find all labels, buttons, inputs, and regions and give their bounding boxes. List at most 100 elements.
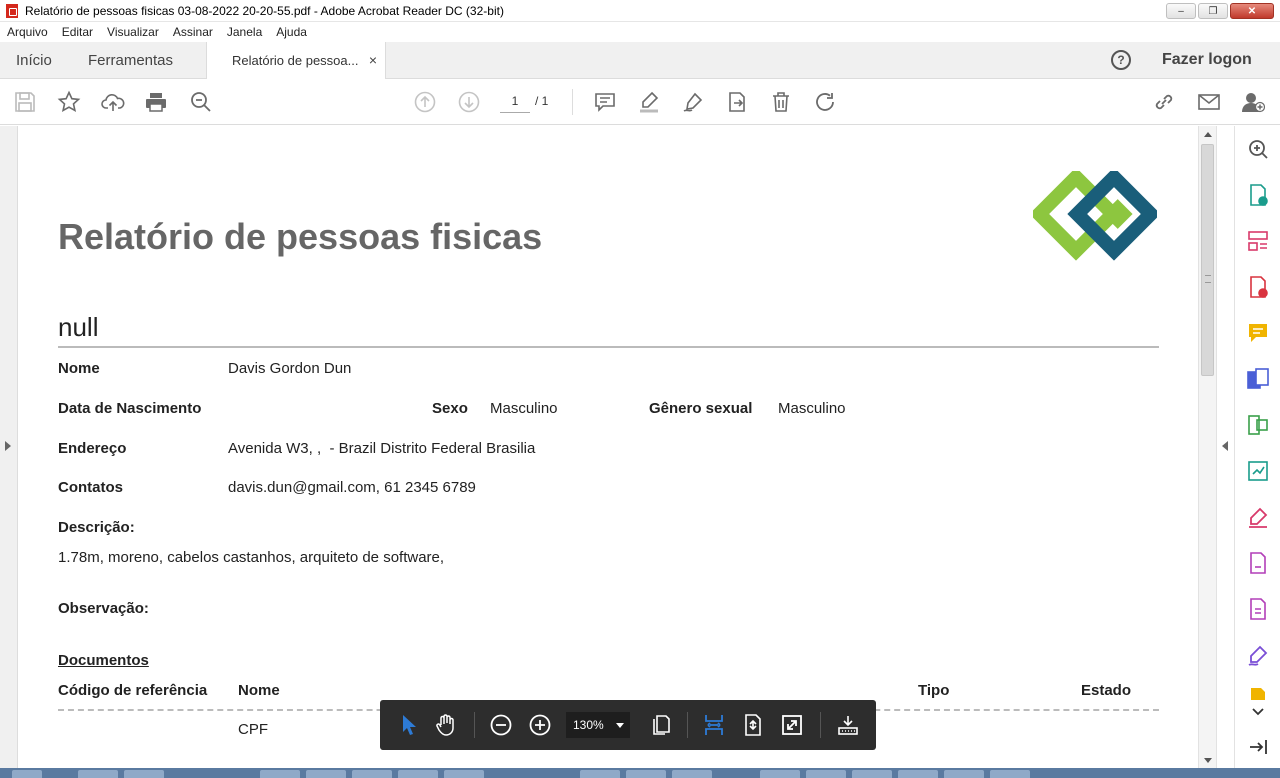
- collapse-pane-icon[interactable]: [1246, 735, 1270, 759]
- edit-pdf-icon[interactable]: [1246, 551, 1270, 575]
- scrollbar-thumb[interactable]: [1201, 144, 1214, 376]
- zoom-out-icon[interactable]: [489, 713, 513, 737]
- taskbar-item[interactable]: [990, 770, 1030, 778]
- zoom-in-icon[interactable]: [528, 713, 552, 737]
- comment-tool-icon[interactable]: [1246, 321, 1270, 345]
- page-number-input[interactable]: 1: [500, 91, 530, 113]
- more-tools-icon[interactable]: [1246, 686, 1270, 700]
- taskbar-item[interactable]: [580, 770, 620, 778]
- link-icon[interactable]: [1152, 90, 1176, 114]
- taskbar-item[interactable]: [260, 770, 300, 778]
- pdf-page: Relatório de pessoas fisicas null Nome D…: [18, 126, 1198, 778]
- menu-ajuda[interactable]: Ajuda: [276, 25, 307, 39]
- highlight-icon[interactable]: [637, 90, 661, 114]
- tab-document[interactable]: Relatório de pessoa... ×: [206, 42, 386, 79]
- fit-width-icon[interactable]: [702, 713, 726, 737]
- tab-bar: Início Ferramentas Relatório de pessoa..…: [0, 42, 1280, 79]
- vertical-scrollbar[interactable]: [1198, 126, 1216, 778]
- scroll-down-icon[interactable]: [1204, 758, 1212, 763]
- menu-janela[interactable]: Janela: [227, 25, 262, 39]
- taskbar-item[interactable]: [852, 770, 892, 778]
- genero-label: Gênero sexual: [649, 400, 753, 417]
- taskbar-item[interactable]: [806, 770, 846, 778]
- compress-icon[interactable]: [1246, 413, 1270, 437]
- document-viewport[interactable]: Relatório de pessoas fisicas null Nome D…: [18, 126, 1198, 778]
- floating-page-toolbar: 130%: [380, 700, 876, 750]
- taskbar-item[interactable]: [444, 770, 484, 778]
- sign-icon[interactable]: [681, 90, 705, 114]
- taskbar-item[interactable]: [78, 770, 118, 778]
- expand-left-pane-icon[interactable]: [5, 441, 11, 451]
- column-header-codigo: Código de referência: [58, 682, 208, 699]
- comment-icon[interactable]: [593, 90, 617, 114]
- collapse-right-pane-icon[interactable]: [1222, 441, 1228, 451]
- convert-icon[interactable]: [1246, 459, 1270, 483]
- endereco-value: Avenida W3, , - Brazil Distrito Federal …: [228, 440, 536, 457]
- taskbar-item[interactable]: [898, 770, 938, 778]
- genero-value: Masculino: [778, 400, 846, 417]
- menu-arquivo[interactable]: Arquivo: [7, 25, 48, 39]
- menu-editar[interactable]: Editar: [62, 25, 93, 39]
- sexo-value: Masculino: [490, 400, 558, 417]
- menu-visualizar[interactable]: Visualizar: [107, 25, 159, 39]
- zoom-tool-icon[interactable]: [1246, 137, 1270, 161]
- fill-sign-icon[interactable]: [1246, 505, 1270, 529]
- taskbar-item[interactable]: [306, 770, 346, 778]
- save-icon[interactable]: [13, 90, 37, 114]
- menu-assinar[interactable]: Assinar: [173, 25, 213, 39]
- taskbar-item[interactable]: [626, 770, 666, 778]
- close-icon[interactable]: ✕: [1230, 3, 1274, 19]
- rotate-icon[interactable]: [813, 90, 837, 114]
- taskbar-item[interactable]: [944, 770, 984, 778]
- chevron-down-icon[interactable]: [1246, 700, 1270, 724]
- column-header-nome: Nome: [238, 682, 280, 699]
- upload-icon[interactable]: [101, 90, 125, 114]
- search-icon[interactable]: [189, 90, 213, 114]
- close-tab-icon[interactable]: ×: [369, 52, 377, 68]
- select-cursor-icon[interactable]: [396, 713, 420, 737]
- scroll-up-icon[interactable]: [1204, 132, 1212, 137]
- toolbar-divider: [572, 89, 573, 115]
- create-pdf-icon[interactable]: [1246, 275, 1270, 299]
- export-pdf-icon[interactable]: [1246, 183, 1270, 207]
- endereco-label: Endereço: [58, 440, 127, 457]
- send-icon[interactable]: [725, 90, 749, 114]
- star-icon[interactable]: [57, 90, 81, 114]
- start-button[interactable]: [12, 770, 42, 778]
- help-icon[interactable]: ?: [1111, 50, 1131, 70]
- column-header-tipo: Tipo: [918, 682, 950, 699]
- organize-pages-icon[interactable]: [1246, 229, 1270, 253]
- signature-icon[interactable]: [1246, 643, 1270, 667]
- zoom-level-select[interactable]: 130%: [566, 712, 630, 738]
- os-taskbar: [0, 768, 1280, 778]
- taskbar-item[interactable]: [124, 770, 164, 778]
- taskbar-item[interactable]: [398, 770, 438, 778]
- hand-icon[interactable]: [434, 713, 458, 737]
- title-bar: Relatório de pessoas fisicas 03-08-2022 …: [0, 0, 1280, 22]
- page-view-icon[interactable]: [649, 713, 673, 737]
- login-button[interactable]: Fazer logon: [1162, 51, 1252, 69]
- combine-files-icon[interactable]: [1246, 367, 1270, 391]
- taskbar-item[interactable]: [352, 770, 392, 778]
- tab-home[interactable]: Início: [16, 52, 52, 69]
- fit-page-icon[interactable]: [741, 713, 765, 737]
- minimize-icon[interactable]: –: [1166, 3, 1196, 19]
- add-user-icon[interactable]: [1241, 90, 1265, 114]
- right-pane-toggle[interactable]: [1216, 126, 1234, 778]
- print-icon[interactable]: [144, 90, 168, 114]
- protect-icon[interactable]: [1246, 597, 1270, 621]
- float-divider: [474, 712, 475, 738]
- nascimento-label: Data de Nascimento: [58, 400, 202, 417]
- read-mode-icon[interactable]: [836, 713, 860, 737]
- next-page-icon[interactable]: [457, 90, 481, 114]
- mail-icon[interactable]: [1197, 90, 1221, 114]
- taskbar-item[interactable]: [760, 770, 800, 778]
- delete-icon[interactable]: [769, 90, 793, 114]
- restore-icon[interactable]: ❐: [1198, 3, 1228, 19]
- person-header: null: [58, 312, 99, 342]
- left-navigation-pane[interactable]: [0, 126, 18, 778]
- taskbar-item[interactable]: [672, 770, 712, 778]
- tab-tools[interactable]: Ferramentas: [88, 52, 173, 69]
- fullscreen-icon[interactable]: [780, 713, 804, 737]
- prev-page-icon[interactable]: [413, 90, 437, 114]
